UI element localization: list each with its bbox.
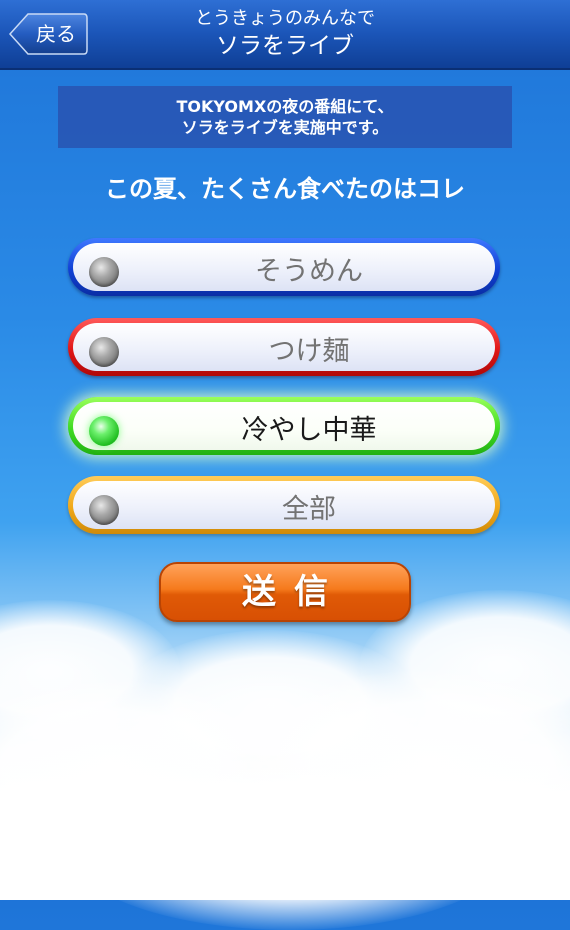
notice-line-1: TOKYOMXの夜の番組にて、 — [176, 97, 394, 116]
poll-option-1[interactable]: そうめん — [68, 238, 500, 296]
radio-off-icon — [89, 337, 119, 367]
notice-banner: TOKYOMXの夜の番組にて、 ソラをライブを実施中です。 — [58, 86, 512, 148]
option-label: 冷やし中華 — [241, 415, 377, 446]
poll-question: この夏、たくさん食べたのはコレ — [105, 175, 465, 203]
option-label: つけ麺 — [268, 336, 350, 367]
notice-line-2: ソラをライブを実施中です。 — [181, 118, 389, 137]
option-face: 冷やし中華 — [73, 402, 495, 450]
cloud-background — [0, 590, 570, 930]
poll-option-3[interactable]: 冷やし中華 — [68, 397, 500, 455]
radio-on-icon — [89, 416, 119, 446]
submit-button-label: 送信 — [242, 572, 346, 612]
option-face: そうめん — [73, 243, 495, 291]
option-label: 全部 — [282, 494, 336, 525]
option-label: そうめん — [255, 256, 363, 287]
radio-off-icon — [89, 257, 119, 287]
poll-option-4[interactable]: 全部 — [68, 476, 500, 534]
option-face: 全部 — [73, 481, 495, 529]
header-subtitle: とうきょうのみんなで — [195, 8, 375, 29]
poll-option-2[interactable]: つけ麺 — [68, 318, 500, 376]
radio-off-icon — [89, 495, 119, 525]
page-title: ソラをライブ — [216, 33, 354, 59]
option-face: つけ麺 — [73, 323, 495, 371]
submit-button[interactable]: 送信 — [159, 562, 411, 622]
header-bar: 戻る とうきょうのみんなで ソラをライブ — [0, 0, 570, 70]
